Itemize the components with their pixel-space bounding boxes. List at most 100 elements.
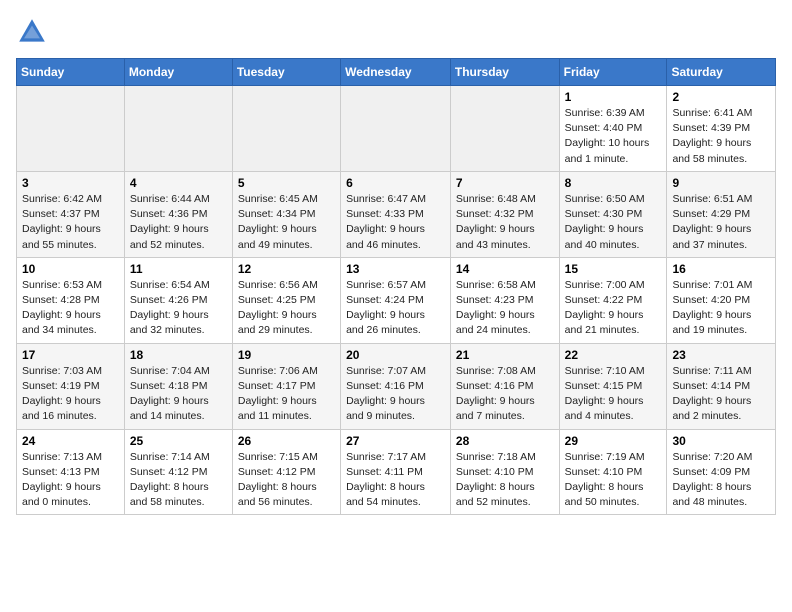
day-info: Sunrise: 7:10 AM Sunset: 4:15 PM Dayligh… xyxy=(565,364,662,425)
day-number: 10 xyxy=(22,262,119,276)
page-header xyxy=(16,16,776,48)
day-number: 26 xyxy=(238,434,335,448)
day-info: Sunrise: 6:51 AM Sunset: 4:29 PM Dayligh… xyxy=(672,192,770,253)
day-number: 13 xyxy=(346,262,445,276)
day-number: 18 xyxy=(130,348,227,362)
day-number: 2 xyxy=(672,90,770,104)
day-info: Sunrise: 7:17 AM Sunset: 4:11 PM Dayligh… xyxy=(346,450,445,511)
day-number: 12 xyxy=(238,262,335,276)
day-info: Sunrise: 6:39 AM Sunset: 4:40 PM Dayligh… xyxy=(565,106,662,167)
day-number: 16 xyxy=(672,262,770,276)
calendar-cell: 20 Sunrise: 7:07 AM Sunset: 4:16 PM Dayli… xyxy=(341,343,451,429)
calendar-cell xyxy=(124,86,232,172)
calendar-week-row: 17 Sunrise: 7:03 AM Sunset: 4:19 PM Dayli… xyxy=(17,343,776,429)
calendar-cell xyxy=(450,86,559,172)
calendar-week-row: 1 Sunrise: 6:39 AM Sunset: 4:40 PM Daylig… xyxy=(17,86,776,172)
day-info: Sunrise: 7:08 AM Sunset: 4:16 PM Dayligh… xyxy=(456,364,554,425)
calendar-cell: 24 Sunrise: 7:13 AM Sunset: 4:13 PM Dayli… xyxy=(17,429,125,515)
day-number: 24 xyxy=(22,434,119,448)
day-number: 8 xyxy=(565,176,662,190)
day-info: Sunrise: 7:15 AM Sunset: 4:12 PM Dayligh… xyxy=(238,450,335,511)
day-number: 30 xyxy=(672,434,770,448)
calendar-table: SundayMondayTuesdayWednesdayThursdayFrid… xyxy=(16,58,776,515)
day-number: 3 xyxy=(22,176,119,190)
day-number: 22 xyxy=(565,348,662,362)
weekday-header-tuesday: Tuesday xyxy=(232,59,340,86)
day-number: 20 xyxy=(346,348,445,362)
calendar-cell: 8 Sunrise: 6:50 AM Sunset: 4:30 PM Daylig… xyxy=(559,171,667,257)
calendar-cell: 4 Sunrise: 6:44 AM Sunset: 4:36 PM Daylig… xyxy=(124,171,232,257)
day-info: Sunrise: 6:50 AM Sunset: 4:30 PM Dayligh… xyxy=(565,192,662,253)
weekday-header-thursday: Thursday xyxy=(450,59,559,86)
calendar-week-row: 3 Sunrise: 6:42 AM Sunset: 4:37 PM Daylig… xyxy=(17,171,776,257)
day-info: Sunrise: 6:54 AM Sunset: 4:26 PM Dayligh… xyxy=(130,278,227,339)
day-number: 19 xyxy=(238,348,335,362)
day-info: Sunrise: 6:44 AM Sunset: 4:36 PM Dayligh… xyxy=(130,192,227,253)
weekday-header-saturday: Saturday xyxy=(667,59,776,86)
calendar-cell: 30 Sunrise: 7:20 AM Sunset: 4:09 PM Dayli… xyxy=(667,429,776,515)
weekday-header-wednesday: Wednesday xyxy=(341,59,451,86)
day-number: 14 xyxy=(456,262,554,276)
calendar-cell: 28 Sunrise: 7:18 AM Sunset: 4:10 PM Dayli… xyxy=(450,429,559,515)
calendar-cell: 2Sunrise: 6:41 AM Sunset: 4:39 PM Daylig… xyxy=(667,86,776,172)
calendar-cell: 25Sunrise: 7:14 AM Sunset: 4:12 PM Dayli… xyxy=(124,429,232,515)
day-info: Sunrise: 6:42 AM Sunset: 4:37 PM Dayligh… xyxy=(22,192,119,253)
day-number: 25 xyxy=(130,434,227,448)
day-number: 4 xyxy=(130,176,227,190)
calendar-cell: 27 Sunrise: 7:17 AM Sunset: 4:11 PM Dayli… xyxy=(341,429,451,515)
calendar-cell xyxy=(232,86,340,172)
day-number: 5 xyxy=(238,176,335,190)
day-info: Sunrise: 7:04 AM Sunset: 4:18 PM Dayligh… xyxy=(130,364,227,425)
calendar-cell: 7 Sunrise: 6:48 AM Sunset: 4:32 PM Daylig… xyxy=(450,171,559,257)
day-number: 27 xyxy=(346,434,445,448)
day-info: Sunrise: 7:20 AM Sunset: 4:09 PM Dayligh… xyxy=(672,450,770,511)
day-info: Sunrise: 6:45 AM Sunset: 4:34 PM Dayligh… xyxy=(238,192,335,253)
day-info: Sunrise: 7:13 AM Sunset: 4:13 PM Dayligh… xyxy=(22,450,119,511)
calendar-cell: 10 Sunrise: 6:53 AM Sunset: 4:28 PM Dayli… xyxy=(17,257,125,343)
calendar-cell: 16 Sunrise: 7:01 AM Sunset: 4:20 PM Dayli… xyxy=(667,257,776,343)
day-number: 11 xyxy=(130,262,227,276)
day-number: 23 xyxy=(672,348,770,362)
day-number: 9 xyxy=(672,176,770,190)
day-info: Sunrise: 6:53 AM Sunset: 4:28 PM Dayligh… xyxy=(22,278,119,339)
day-info: Sunrise: 7:03 AM Sunset: 4:19 PM Dayligh… xyxy=(22,364,119,425)
calendar-cell: 29 Sunrise: 7:19 AM Sunset: 4:10 PM Dayli… xyxy=(559,429,667,515)
calendar-cell xyxy=(17,86,125,172)
day-info: Sunrise: 7:01 AM Sunset: 4:20 PM Dayligh… xyxy=(672,278,770,339)
day-info: Sunrise: 6:48 AM Sunset: 4:32 PM Dayligh… xyxy=(456,192,554,253)
calendar-cell: 21 Sunrise: 7:08 AM Sunset: 4:16 PM Dayli… xyxy=(450,343,559,429)
day-number: 28 xyxy=(456,434,554,448)
weekday-header-monday: Monday xyxy=(124,59,232,86)
calendar-header-row: SundayMondayTuesdayWednesdayThursdayFrid… xyxy=(17,59,776,86)
calendar-cell: 15 Sunrise: 7:00 AM Sunset: 4:22 PM Dayli… xyxy=(559,257,667,343)
calendar-week-row: 24 Sunrise: 7:13 AM Sunset: 4:13 PM Dayli… xyxy=(17,429,776,515)
day-info: Sunrise: 7:07 AM Sunset: 4:16 PM Dayligh… xyxy=(346,364,445,425)
calendar-cell: 13Sunrise: 6:57 AM Sunset: 4:24 PM Dayli… xyxy=(341,257,451,343)
day-number: 15 xyxy=(565,262,662,276)
calendar-cell: 18 Sunrise: 7:04 AM Sunset: 4:18 PM Dayli… xyxy=(124,343,232,429)
day-info: Sunrise: 7:18 AM Sunset: 4:10 PM Dayligh… xyxy=(456,450,554,511)
weekday-header-friday: Friday xyxy=(559,59,667,86)
calendar-week-row: 10 Sunrise: 6:53 AM Sunset: 4:28 PM Dayli… xyxy=(17,257,776,343)
day-number: 1 xyxy=(565,90,662,104)
calendar-cell: 9 Sunrise: 6:51 AM Sunset: 4:29 PM Daylig… xyxy=(667,171,776,257)
calendar-cell: 17 Sunrise: 7:03 AM Sunset: 4:19 PM Dayli… xyxy=(17,343,125,429)
day-number: 29 xyxy=(565,434,662,448)
day-info: Sunrise: 6:56 AM Sunset: 4:25 PM Dayligh… xyxy=(238,278,335,339)
day-info: Sunrise: 7:19 AM Sunset: 4:10 PM Dayligh… xyxy=(565,450,662,511)
calendar-cell: 5 Sunrise: 6:45 AM Sunset: 4:34 PM Daylig… xyxy=(232,171,340,257)
calendar-cell: 26 Sunrise: 7:15 AM Sunset: 4:12 PM Dayli… xyxy=(232,429,340,515)
day-info: Sunrise: 7:00 AM Sunset: 4:22 PM Dayligh… xyxy=(565,278,662,339)
calendar-cell xyxy=(341,86,451,172)
day-number: 21 xyxy=(456,348,554,362)
calendar-cell: 19 Sunrise: 7:06 AM Sunset: 4:17 PM Dayli… xyxy=(232,343,340,429)
day-info: Sunrise: 7:11 AM Sunset: 4:14 PM Dayligh… xyxy=(672,364,770,425)
day-number: 17 xyxy=(22,348,119,362)
day-number: 7 xyxy=(456,176,554,190)
day-info: Sunrise: 6:58 AM Sunset: 4:23 PM Dayligh… xyxy=(456,278,554,339)
day-info: Sunrise: 6:47 AM Sunset: 4:33 PM Dayligh… xyxy=(346,192,445,253)
calendar-cell: 22 Sunrise: 7:10 AM Sunset: 4:15 PM Dayli… xyxy=(559,343,667,429)
day-info: Sunrise: 7:06 AM Sunset: 4:17 PM Dayligh… xyxy=(238,364,335,425)
calendar-cell: 11 Sunrise: 6:54 AM Sunset: 4:26 PM Dayli… xyxy=(124,257,232,343)
calendar-cell: 14 Sunrise: 6:58 AM Sunset: 4:23 PM Dayli… xyxy=(450,257,559,343)
